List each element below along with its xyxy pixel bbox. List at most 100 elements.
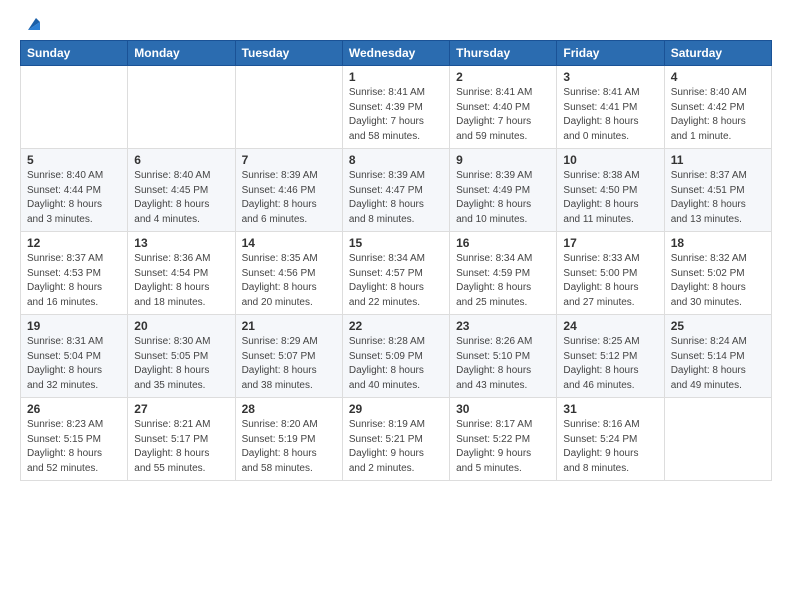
calendar-cell: 15Sunrise: 8:34 AM Sunset: 4:57 PM Dayli… xyxy=(342,232,449,315)
day-number: 17 xyxy=(563,236,657,250)
calendar-cell: 23 Sunrise: 8:26 AM Sunset: 5:10 PM Dayli… xyxy=(450,315,557,398)
day-number: 9 xyxy=(456,153,550,167)
calendar-cell: 18 Sunrise: 8:32 AM Sunset: 5:02 PM Dayli… xyxy=(664,232,771,315)
calendar-table: SundayMondayTuesdayWednesdayThursdayFrid… xyxy=(20,40,772,481)
day-info: Sunrise: 8:41 AM Sunset: 4:41 PM Dayligh… xyxy=(563,86,657,144)
day-info: Sunrise: 8:36 AM Sunset: 4:54 PM Dayligh… xyxy=(134,252,228,310)
week-row-2: 5 Sunrise: 8:40 AM Sunset: 4:44 PM Daylig… xyxy=(21,149,772,232)
week-row-4: 19 Sunrise: 8:31 AM Sunset: 5:04 PM Dayli… xyxy=(21,315,772,398)
calendar-cell: 13 Sunrise: 8:36 AM Sunset: 4:54 PM Dayli… xyxy=(128,232,235,315)
day-number: 18 xyxy=(671,236,765,250)
day-number: 8 xyxy=(349,153,443,167)
day-info: Sunrise: 8:35 AM Sunset: 4:56 PM Dayligh… xyxy=(242,252,336,310)
day-info: Sunrise: 8:37 AM Sunset: 4:53 PM Dayligh… xyxy=(27,252,121,310)
day-info: Sunrise: 8:40 AM Sunset: 4:45 PM Dayligh… xyxy=(134,169,228,227)
day-number: 10 xyxy=(563,153,657,167)
calendar-cell: 20Sunrise: 8:30 AM Sunset: 5:05 PM Dayli… xyxy=(128,315,235,398)
calendar-cell: 16 Sunrise: 8:34 AM Sunset: 4:59 PM Dayli… xyxy=(450,232,557,315)
day-number: 14 xyxy=(242,236,336,250)
day-info: Sunrise: 8:34 AM Sunset: 4:59 PM Dayligh… xyxy=(456,252,550,310)
day-number: 1 xyxy=(349,70,443,84)
week-row-1: 1 Sunrise: 8:41 AM Sunset: 4:39 PM Daylig… xyxy=(21,66,772,149)
day-number: 25 xyxy=(671,319,765,333)
day-number: 30 xyxy=(456,402,550,416)
day-info: Sunrise: 8:39 AM Sunset: 4:49 PM Dayligh… xyxy=(456,169,550,227)
page: SundayMondayTuesdayWednesdayThursdayFrid… xyxy=(0,0,792,491)
day-number: 31 xyxy=(563,402,657,416)
calendar-cell: 24Sunrise: 8:25 AM Sunset: 5:12 PM Dayli… xyxy=(557,315,664,398)
header xyxy=(20,16,772,32)
logo-icon xyxy=(22,14,44,36)
calendar-cell: 5 Sunrise: 8:40 AM Sunset: 4:44 PM Daylig… xyxy=(21,149,128,232)
weekday-thursday: Thursday xyxy=(450,41,557,66)
day-info: Sunrise: 8:41 AM Sunset: 4:40 PM Dayligh… xyxy=(456,86,550,144)
day-info: Sunrise: 8:29 AM Sunset: 5:07 PM Dayligh… xyxy=(242,335,336,393)
day-info: Sunrise: 8:41 AM Sunset: 4:39 PM Dayligh… xyxy=(349,86,443,144)
calendar-cell: 25 Sunrise: 8:24 AM Sunset: 5:14 PM Dayli… xyxy=(664,315,771,398)
day-number: 16 xyxy=(456,236,550,250)
day-info: Sunrise: 8:38 AM Sunset: 4:50 PM Dayligh… xyxy=(563,169,657,227)
day-number: 22 xyxy=(349,319,443,333)
calendar-cell: 26 Sunrise: 8:23 AM Sunset: 5:15 PM Dayli… xyxy=(21,398,128,481)
day-info: Sunrise: 8:19 AM Sunset: 5:21 PM Dayligh… xyxy=(349,418,443,476)
week-row-5: 26 Sunrise: 8:23 AM Sunset: 5:15 PM Dayli… xyxy=(21,398,772,481)
calendar-cell xyxy=(235,66,342,149)
day-info: Sunrise: 8:37 AM Sunset: 4:51 PM Dayligh… xyxy=(671,169,765,227)
day-info: Sunrise: 8:20 AM Sunset: 5:19 PM Dayligh… xyxy=(242,418,336,476)
day-info: Sunrise: 8:17 AM Sunset: 5:22 PM Dayligh… xyxy=(456,418,550,476)
day-number: 11 xyxy=(671,153,765,167)
calendar-cell: 7 Sunrise: 8:39 AM Sunset: 4:46 PM Daylig… xyxy=(235,149,342,232)
day-info: Sunrise: 8:16 AM Sunset: 5:24 PM Dayligh… xyxy=(563,418,657,476)
day-number: 27 xyxy=(134,402,228,416)
calendar-cell: 22 Sunrise: 8:28 AM Sunset: 5:09 PM Dayli… xyxy=(342,315,449,398)
calendar-cell: 14 Sunrise: 8:35 AM Sunset: 4:56 PM Dayli… xyxy=(235,232,342,315)
day-info: Sunrise: 8:26 AM Sunset: 5:10 PM Dayligh… xyxy=(456,335,550,393)
day-info: Sunrise: 8:21 AM Sunset: 5:17 PM Dayligh… xyxy=(134,418,228,476)
day-number: 7 xyxy=(242,153,336,167)
calendar-cell: 4Sunrise: 8:40 AM Sunset: 4:42 PM Daylig… xyxy=(664,66,771,149)
day-number: 4 xyxy=(671,70,765,84)
calendar-cell: 17 Sunrise: 8:33 AM Sunset: 5:00 PM Dayli… xyxy=(557,232,664,315)
day-number: 2 xyxy=(456,70,550,84)
calendar-cell: 11 Sunrise: 8:37 AM Sunset: 4:51 PM Dayli… xyxy=(664,149,771,232)
day-info: Sunrise: 8:39 AM Sunset: 4:46 PM Dayligh… xyxy=(242,169,336,227)
day-info: Sunrise: 8:23 AM Sunset: 5:15 PM Dayligh… xyxy=(27,418,121,476)
day-number: 5 xyxy=(27,153,121,167)
day-number: 6 xyxy=(134,153,228,167)
weekday-tuesday: Tuesday xyxy=(235,41,342,66)
day-number: 15 xyxy=(349,236,443,250)
weekday-saturday: Saturday xyxy=(664,41,771,66)
day-number: 13 xyxy=(134,236,228,250)
day-info: Sunrise: 8:40 AM Sunset: 4:44 PM Dayligh… xyxy=(27,169,121,227)
day-info: Sunrise: 8:25 AM Sunset: 5:12 PM Dayligh… xyxy=(563,335,657,393)
calendar-cell: 1 Sunrise: 8:41 AM Sunset: 4:39 PM Daylig… xyxy=(342,66,449,149)
weekday-friday: Friday xyxy=(557,41,664,66)
calendar-cell: 31 Sunrise: 8:16 AM Sunset: 5:24 PM Dayli… xyxy=(557,398,664,481)
calendar-cell: 27 Sunrise: 8:21 AM Sunset: 5:17 PM Dayli… xyxy=(128,398,235,481)
day-info: Sunrise: 8:24 AM Sunset: 5:14 PM Dayligh… xyxy=(671,335,765,393)
week-row-3: 12 Sunrise: 8:37 AM Sunset: 4:53 PM Dayli… xyxy=(21,232,772,315)
day-info: Sunrise: 8:31 AM Sunset: 5:04 PM Dayligh… xyxy=(27,335,121,393)
weekday-wednesday: Wednesday xyxy=(342,41,449,66)
day-number: 3 xyxy=(563,70,657,84)
day-info: Sunrise: 8:32 AM Sunset: 5:02 PM Dayligh… xyxy=(671,252,765,310)
weekday-sunday: Sunday xyxy=(21,41,128,66)
day-info: Sunrise: 8:33 AM Sunset: 5:00 PM Dayligh… xyxy=(563,252,657,310)
day-number: 23 xyxy=(456,319,550,333)
weekday-header-row: SundayMondayTuesdayWednesdayThursdayFrid… xyxy=(21,41,772,66)
day-number: 19 xyxy=(27,319,121,333)
calendar-cell: 21Sunrise: 8:29 AM Sunset: 5:07 PM Dayli… xyxy=(235,315,342,398)
calendar-cell: 8 Sunrise: 8:39 AM Sunset: 4:47 PM Daylig… xyxy=(342,149,449,232)
calendar-cell: 3 Sunrise: 8:41 AM Sunset: 4:41 PM Daylig… xyxy=(557,66,664,149)
calendar-cell xyxy=(21,66,128,149)
day-info: Sunrise: 8:39 AM Sunset: 4:47 PM Dayligh… xyxy=(349,169,443,227)
calendar-cell: 29Sunrise: 8:19 AM Sunset: 5:21 PM Dayli… xyxy=(342,398,449,481)
day-info: Sunrise: 8:28 AM Sunset: 5:09 PM Dayligh… xyxy=(349,335,443,393)
day-number: 20 xyxy=(134,319,228,333)
day-number: 12 xyxy=(27,236,121,250)
calendar-cell: 19 Sunrise: 8:31 AM Sunset: 5:04 PM Dayli… xyxy=(21,315,128,398)
calendar-cell xyxy=(128,66,235,149)
day-number: 26 xyxy=(27,402,121,416)
calendar-cell: 12 Sunrise: 8:37 AM Sunset: 4:53 PM Dayli… xyxy=(21,232,128,315)
calendar-cell: 28Sunrise: 8:20 AM Sunset: 5:19 PM Dayli… xyxy=(235,398,342,481)
